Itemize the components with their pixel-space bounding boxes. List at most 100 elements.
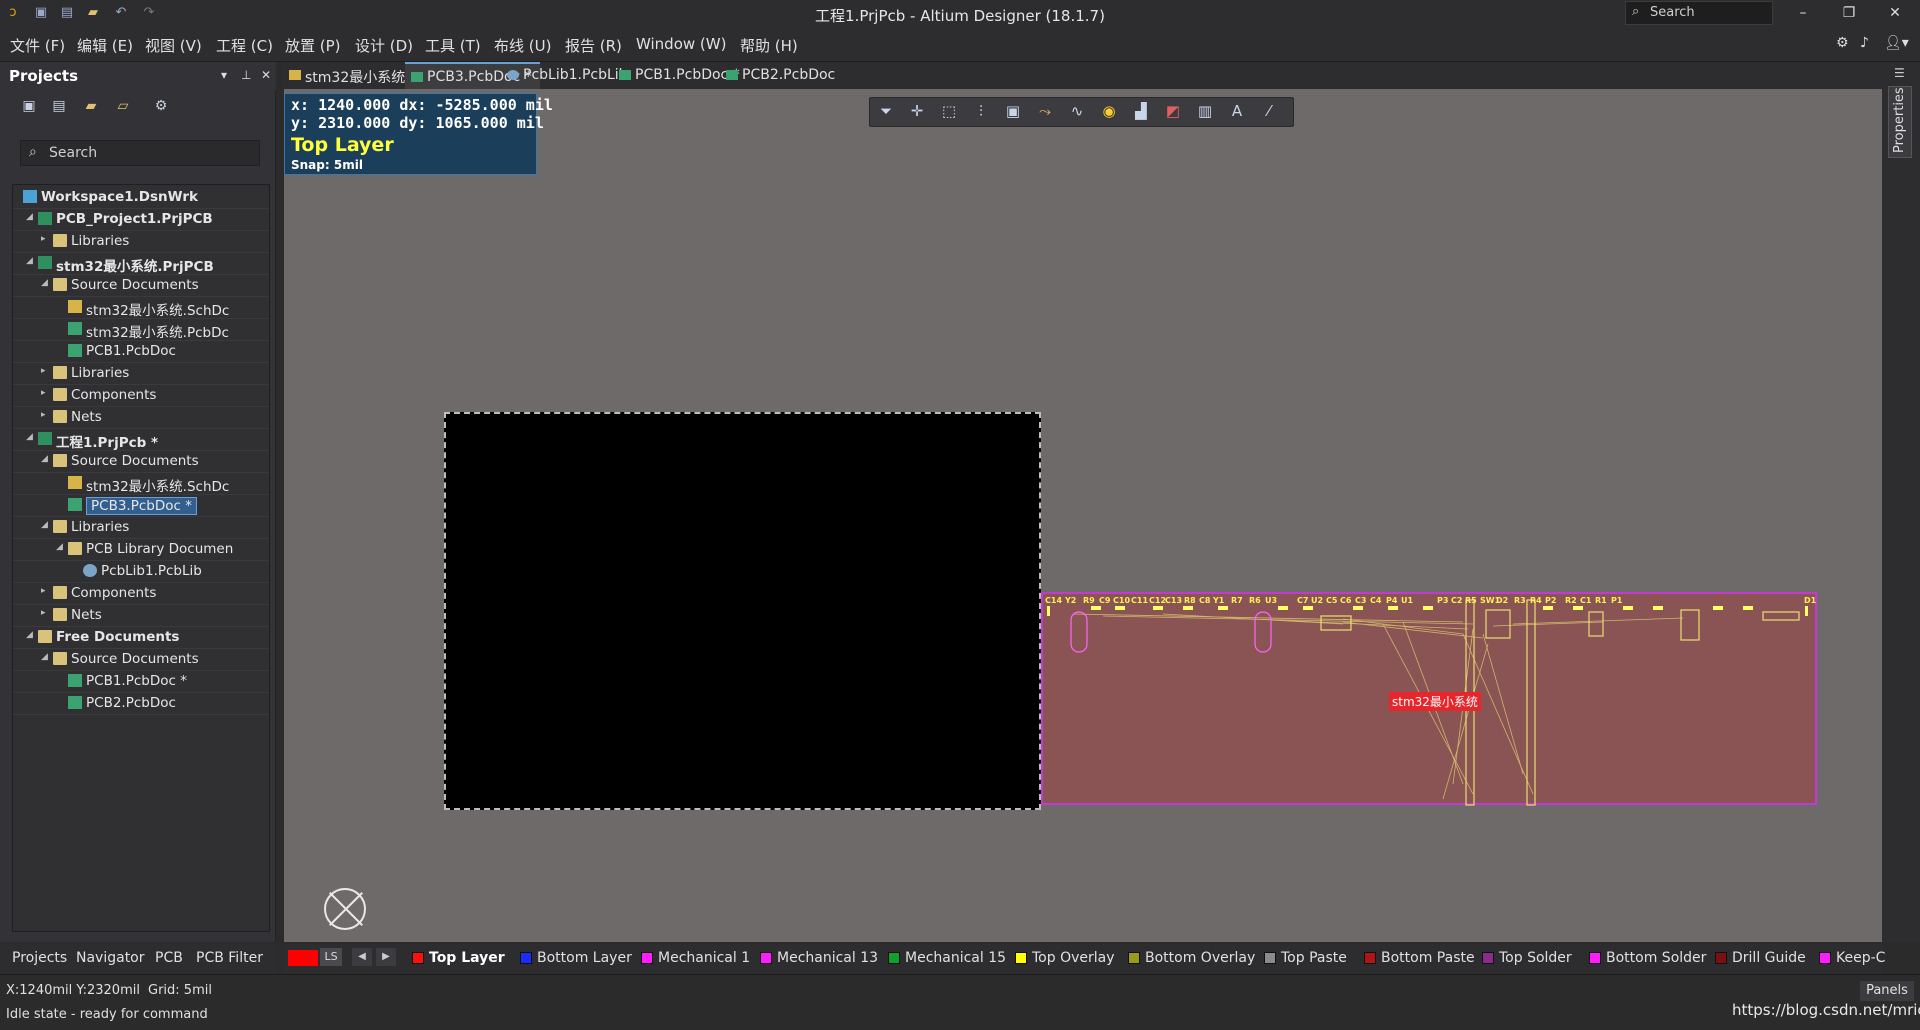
keepout-icon[interactable]: ◩: [1162, 102, 1184, 122]
layer-tab[interactable]: Mechanical 13: [760, 950, 878, 966]
restore-button[interactable]: ❐: [1826, 0, 1872, 27]
panels-button[interactable]: Panels: [1860, 981, 1914, 1001]
global-search-input[interactable]: ⌕ Search: [1625, 1, 1773, 25]
settings-gear-icon[interactable]: ⚙: [150, 98, 172, 120]
polygon-icon[interactable]: ▟: [1130, 102, 1152, 122]
tree-item[interactable]: ◢ 工程1.PrjPcb *: [13, 429, 269, 451]
tree-item[interactable]: ◢ Free Documents: [13, 627, 269, 649]
panel-list-icon[interactable]: ☰: [1894, 66, 1905, 80]
expanded-arrow-icon[interactable]: ◢: [26, 256, 33, 266]
layer-tab[interactable]: Mechanical 15: [888, 950, 1006, 966]
tree-item[interactable]: stm32最小系统.SchDc: [13, 297, 269, 319]
expanded-arrow-icon[interactable]: ◢: [41, 454, 48, 464]
properties-panel-tab[interactable]: Properties: [1888, 86, 1912, 158]
panel-menu-chevron-icon[interactable]: ▾: [221, 68, 227, 82]
close-button[interactable]: ✕: [1872, 0, 1918, 27]
tree-item[interactable]: ◢ PCB Library Documen: [13, 539, 269, 561]
interactive-route-icon[interactable]: ∿: [1066, 102, 1088, 122]
layer-tab[interactable]: Bottom Paste: [1364, 950, 1475, 966]
component-icon[interactable]: ▣: [1002, 102, 1024, 122]
collapsed-arrow-icon[interactable]: ▸: [41, 608, 46, 618]
menu-window[interactable]: Window (W): [636, 35, 726, 53]
tree-item[interactable]: ▸ Nets: [13, 407, 269, 429]
menu-reports[interactable]: 报告 (R): [565, 35, 622, 56]
tab-projects[interactable]: Projects: [12, 950, 67, 966]
tree-item[interactable]: ▸ Nets: [13, 605, 269, 627]
expanded-arrow-icon[interactable]: ◢: [41, 520, 48, 530]
current-layer-color-swatch[interactable]: [288, 950, 318, 966]
board-outline-black-region[interactable]: [444, 412, 1041, 810]
menu-view[interactable]: 视图 (V): [145, 35, 202, 56]
open-folder-icon[interactable]: ▱: [112, 98, 134, 120]
tree-item[interactable]: ◢ stm32最小系统.PrjPCB: [13, 253, 269, 275]
menu-route[interactable]: 布线 (U): [494, 35, 551, 56]
line-icon[interactable]: ⁄: [1258, 102, 1280, 122]
tree-item[interactable]: PCB1.PcbDoc: [13, 341, 269, 363]
tab-pcb-filter[interactable]: PCB Filter: [196, 950, 263, 966]
layer-tab[interactable]: Top Solder: [1482, 950, 1572, 966]
layer-tab[interactable]: Bottom Solder: [1589, 950, 1706, 966]
expanded-arrow-icon[interactable]: ◢: [26, 212, 33, 222]
tree-item[interactable]: PcbLib1.PcbLib: [13, 561, 269, 583]
pin-icon[interactable]: ⊥: [241, 68, 251, 82]
tree-item[interactable]: ◢ Source Documents: [13, 649, 269, 671]
tree-item[interactable]: PCB2.PcbDoc: [13, 693, 269, 715]
expanded-arrow-icon[interactable]: ◢: [41, 652, 48, 662]
crosshair-icon[interactable]: ✛: [906, 102, 928, 122]
collapsed-arrow-icon[interactable]: ▸: [41, 366, 46, 376]
layer-tab[interactable]: Keep-C: [1819, 950, 1885, 966]
layer-tab[interactable]: Mechanical 1: [641, 950, 750, 966]
tab-pcb[interactable]: PCB: [155, 950, 183, 966]
tree-item[interactable]: ▸ Components: [13, 385, 269, 407]
doc-tab[interactable]: PCB2.PcbDoc: [720, 62, 843, 89]
route-icon[interactable]: ⤳: [1034, 102, 1056, 122]
layer-tab[interactable]: Top Overlay: [1015, 950, 1115, 966]
menu-file[interactable]: 文件 (F): [10, 35, 65, 56]
tree-item[interactable]: ▸ Libraries: [13, 363, 269, 385]
layer-scroll-left-icon[interactable]: ◀: [352, 948, 372, 966]
tree-item[interactable]: ▸ Components: [13, 583, 269, 605]
layer-set-button[interactable]: LS: [320, 948, 342, 966]
minimize-button[interactable]: –: [1780, 0, 1826, 27]
select-rectangle-icon[interactable]: ⬚: [938, 102, 960, 122]
tree-item[interactable]: Workspace1.DsnWrk: [13, 187, 269, 209]
tree-item[interactable]: stm32最小系统.SchDc: [13, 473, 269, 495]
tree-item[interactable]: ◢ Source Documents: [13, 451, 269, 473]
projects-search-input[interactable]: ⌕ Search: [20, 140, 260, 166]
menu-help[interactable]: 帮助 (H): [740, 35, 798, 56]
tree-item[interactable]: PCB1.PcbDoc *: [13, 671, 269, 693]
tree-item[interactable]: stm32最小系统.PcbDc: [13, 319, 269, 341]
layer-tab[interactable]: Drill Guide: [1715, 950, 1806, 966]
collapsed-arrow-icon[interactable]: ▸: [41, 234, 46, 244]
tree-item[interactable]: ◢ PCB_Project1.PrjPCB: [13, 209, 269, 231]
text-icon[interactable]: A: [1226, 102, 1248, 122]
panel-close-icon[interactable]: ✕: [261, 68, 271, 82]
layer-tab[interactable]: Top Paste: [1264, 950, 1347, 966]
expanded-arrow-icon[interactable]: ◢: [26, 432, 33, 442]
tree-item[interactable]: ◢ Libraries: [13, 517, 269, 539]
save-all-icon[interactable]: ▤: [48, 98, 70, 120]
tree-item[interactable]: PCB3.PcbDoc *: [13, 495, 269, 517]
layer-tab[interactable]: Bottom Overlay: [1128, 950, 1255, 966]
collapsed-arrow-icon[interactable]: ▸: [41, 388, 46, 398]
collapsed-arrow-icon[interactable]: ▸: [41, 410, 46, 420]
save-icon[interactable]: ▣: [18, 98, 40, 120]
tree-item[interactable]: ▸ Libraries: [13, 231, 269, 253]
tree-item[interactable]: ◢ Source Documents: [13, 275, 269, 297]
expanded-arrow-icon[interactable]: ◢: [56, 542, 63, 552]
layer-scroll-right-icon[interactable]: ▶: [376, 948, 396, 966]
tab-navigator[interactable]: Navigator: [76, 950, 145, 966]
via-icon[interactable]: ◉: [1098, 102, 1120, 122]
filter-icon[interactable]: ⏷: [875, 102, 897, 122]
layer-tab[interactable]: Bottom Layer: [520, 950, 632, 966]
menu-place[interactable]: 放置 (P): [285, 35, 341, 56]
collapsed-arrow-icon[interactable]: ▸: [41, 586, 46, 596]
user-account-icon[interactable]: 👤︎▾: [1884, 35, 1909, 51]
menu-project[interactable]: 工程 (C): [216, 35, 273, 56]
notifications-bell-icon[interactable]: ♪: [1860, 35, 1869, 51]
layer-tab[interactable]: Top Layer: [412, 950, 505, 966]
settings-gear-icon[interactable]: ⚙: [1836, 35, 1849, 51]
menu-design[interactable]: 设计 (D): [355, 35, 413, 56]
expanded-arrow-icon[interactable]: ◢: [26, 630, 33, 640]
open-project-icon[interactable]: ▰: [80, 98, 102, 120]
